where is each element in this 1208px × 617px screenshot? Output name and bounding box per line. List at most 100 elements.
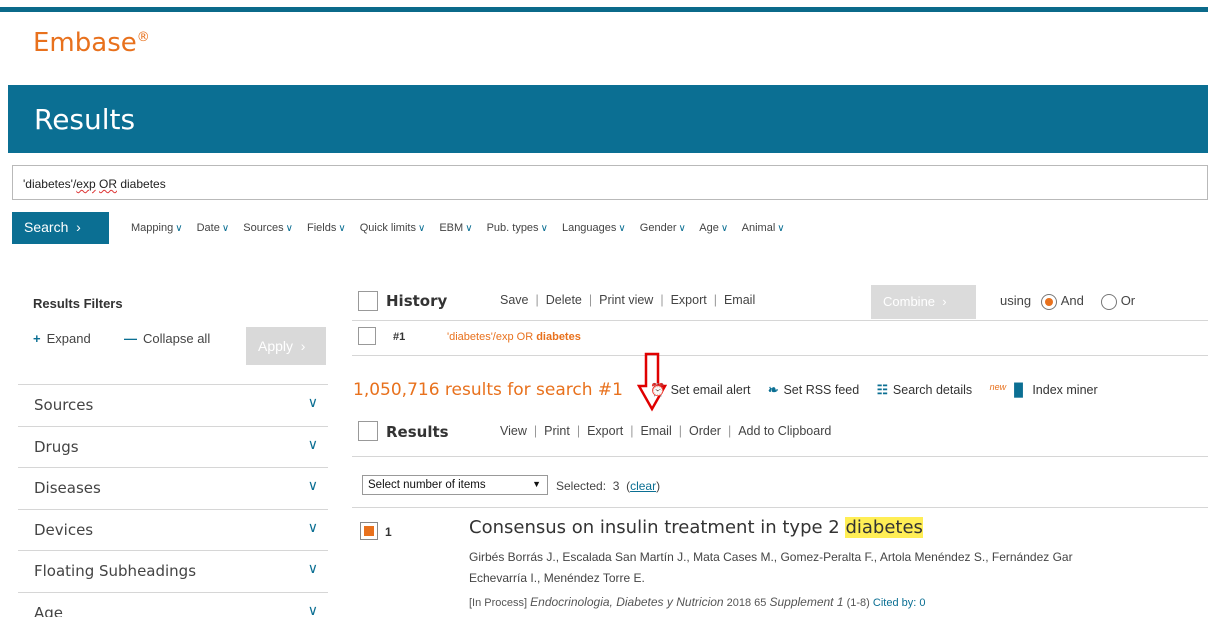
results-tools: ⏰ Set email alert ❧ Set RSS feed ☷ Search d…	[650, 382, 1112, 398]
cited-by-link[interactable]: Cited by: 0	[873, 597, 926, 609]
chevron-down-icon: ∨	[221, 223, 230, 234]
rss-icon: ❧	[767, 383, 779, 397]
search-button[interactable]: Search ›	[12, 212, 109, 244]
option-quick-limits[interactable]: Quick limits ∨	[360, 222, 426, 234]
history-export-link[interactable]: Export	[671, 293, 707, 307]
filter-diseases[interactable]: Diseases ∨	[18, 467, 328, 509]
option-fields[interactable]: Fields ∨	[307, 222, 346, 234]
index-miner-link[interactable]: new ▐▌ Index miner	[989, 382, 1098, 397]
filter-floating-subheadings[interactable]: Floating Subheadings ∨	[18, 550, 328, 592]
divider	[352, 507, 1208, 508]
results-select-all-checkbox[interactable]	[358, 421, 378, 441]
history-entry-number: #1	[393, 331, 406, 343]
search-button-label: Search	[24, 219, 69, 235]
expand-link[interactable]: + Expand	[33, 331, 91, 346]
results-header: Results View | Print | Export | Email | Order | Ad…	[358, 420, 1208, 446]
chevron-down-icon: ∨	[540, 223, 548, 234]
result-item-number: 1	[385, 525, 392, 539]
chevron-down-icon: ∨	[618, 223, 626, 234]
option-animal[interactable]: Animal ∨	[742, 222, 785, 234]
history-header: History Save | Delete | Print view | Export | Em…	[358, 285, 1208, 319]
filters-list: Sources ∨ Drugs ∨ Diseases ∨ Devices ∨ Float…	[18, 384, 328, 617]
chevron-down-icon: ∨	[777, 223, 785, 234]
chevron-down-icon: ∨	[307, 395, 318, 411]
embase-logo[interactable]: Embase®	[33, 28, 150, 58]
results-print-link[interactable]: Print	[544, 424, 570, 438]
brand-name: Embase	[33, 28, 137, 58]
dropdown-arrow-icon: ▼	[532, 479, 541, 489]
query-text-post: diabetes	[117, 177, 166, 191]
history-print-view-link[interactable]: Print view	[599, 293, 653, 307]
divider	[352, 355, 1208, 356]
and-radio[interactable]	[1040, 293, 1057, 310]
query-text-pre: 'diabetes'/	[23, 177, 77, 191]
filter-sources[interactable]: Sources ∨	[18, 384, 328, 426]
divider	[352, 456, 1208, 457]
apply-button[interactable]: Apply ›	[246, 327, 326, 365]
filter-age[interactable]: Age ∨	[18, 591, 328, 617]
results-email-link[interactable]: Email	[640, 424, 671, 438]
add-to-clipboard-link[interactable]: Add to Clipboard	[738, 424, 831, 438]
selected-count: Selected: 3 (clear)	[556, 479, 661, 493]
document-icon: ☷	[876, 383, 888, 397]
result-item-title[interactable]: Consensus on insulin treatment in type 2…	[469, 517, 923, 538]
page-title: Results	[34, 103, 136, 136]
results-view-link[interactable]: View	[500, 424, 527, 438]
chevron-right-icon: ›	[68, 219, 81, 235]
results-actions: View | Print | Export | Email | Order | Add to Cli…	[500, 424, 832, 438]
set-rss-feed-link[interactable]: ❧ Set RSS feed	[768, 383, 859, 397]
history-entry-checkbox[interactable]	[358, 327, 376, 345]
chevron-down-icon: ∨	[307, 561, 318, 577]
brand-mark: ®	[136, 30, 150, 45]
chevron-down-icon: ∨	[338, 223, 346, 234]
results-export-link[interactable]: Export	[587, 424, 623, 438]
new-badge: new	[989, 382, 1007, 392]
option-date[interactable]: Date ∨	[197, 222, 230, 234]
chevron-down-icon: ∨	[720, 223, 729, 234]
results-count: 1,050,716 results for search #1	[353, 380, 623, 400]
option-gender[interactable]: Gender ∨	[640, 222, 686, 234]
filter-drugs[interactable]: Drugs ∨	[18, 425, 328, 468]
results-label: Results	[386, 423, 449, 441]
select-number-of-items-dropdown[interactable]: Select number of items ▼	[362, 475, 548, 495]
history-save-link[interactable]: Save	[500, 293, 529, 307]
combine-button[interactable]: Combine ›	[871, 285, 976, 319]
search-options-bar: Mapping ∨ Date ∨ Sources ∨ Fields ∨ Quick li…	[131, 222, 796, 234]
option-sources[interactable]: Sources ∨	[243, 222, 293, 234]
collapse-all-link[interactable]: — Collapse all	[124, 331, 210, 346]
chevron-down-icon: ∨	[307, 436, 318, 453]
search-details-link[interactable]: ☷ Search details	[877, 383, 972, 397]
history-delete-link[interactable]: Delete	[546, 293, 582, 307]
alarm-icon: ⏰	[650, 383, 666, 397]
minus-icon: —	[124, 331, 137, 346]
chevron-down-icon: ∨	[307, 519, 318, 536]
bar-chart-icon: ▐▌	[1009, 383, 1028, 397]
result-item-citation: [In Process] Endocrinologia, Diabetes y …	[469, 595, 926, 609]
history-entry-query[interactable]: 'diabetes'/exp OR diabetes	[447, 331, 581, 343]
chevron-down-icon: ∨	[417, 223, 426, 234]
history-select-all-checkbox[interactable]	[358, 291, 378, 311]
clear-selection-link[interactable]: clear	[630, 479, 656, 493]
result-item-checkbox[interactable]	[360, 522, 378, 540]
chevron-down-icon: ∨	[307, 602, 318, 617]
chevron-down-icon: ∨	[465, 223, 473, 234]
results-order-link[interactable]: Order	[689, 424, 721, 438]
option-mapping[interactable]: Mapping ∨	[131, 222, 183, 234]
search-query-input[interactable]: 'diabetes'/exp OR diabetes	[12, 165, 1208, 200]
combine-using-options: using And Or	[1000, 293, 1136, 310]
option-ebm[interactable]: EBM ∨	[439, 222, 472, 234]
option-pub-types[interactable]: Pub. types ∨	[487, 222, 548, 234]
set-email-alert-link[interactable]: ⏰ Set email alert	[650, 383, 750, 397]
history-actions: Save | Delete | Print view | Export | Email	[500, 293, 756, 307]
or-radio[interactable]	[1100, 293, 1117, 310]
option-age[interactable]: Age ∨	[699, 222, 728, 234]
results-filters-title: Results Filters	[33, 296, 123, 311]
history-label: History	[386, 292, 448, 310]
results-banner: Results	[8, 85, 1208, 153]
filter-devices[interactable]: Devices ∨	[18, 508, 328, 551]
option-languages[interactable]: Languages ∨	[562, 222, 626, 234]
chevron-down-icon: ∨	[307, 478, 318, 494]
result-item-authors: Girbés Borrás J., Escalada San Martín J.…	[469, 550, 1073, 585]
top-accent-bar	[0, 7, 1208, 12]
history-email-link[interactable]: Email	[724, 293, 755, 307]
